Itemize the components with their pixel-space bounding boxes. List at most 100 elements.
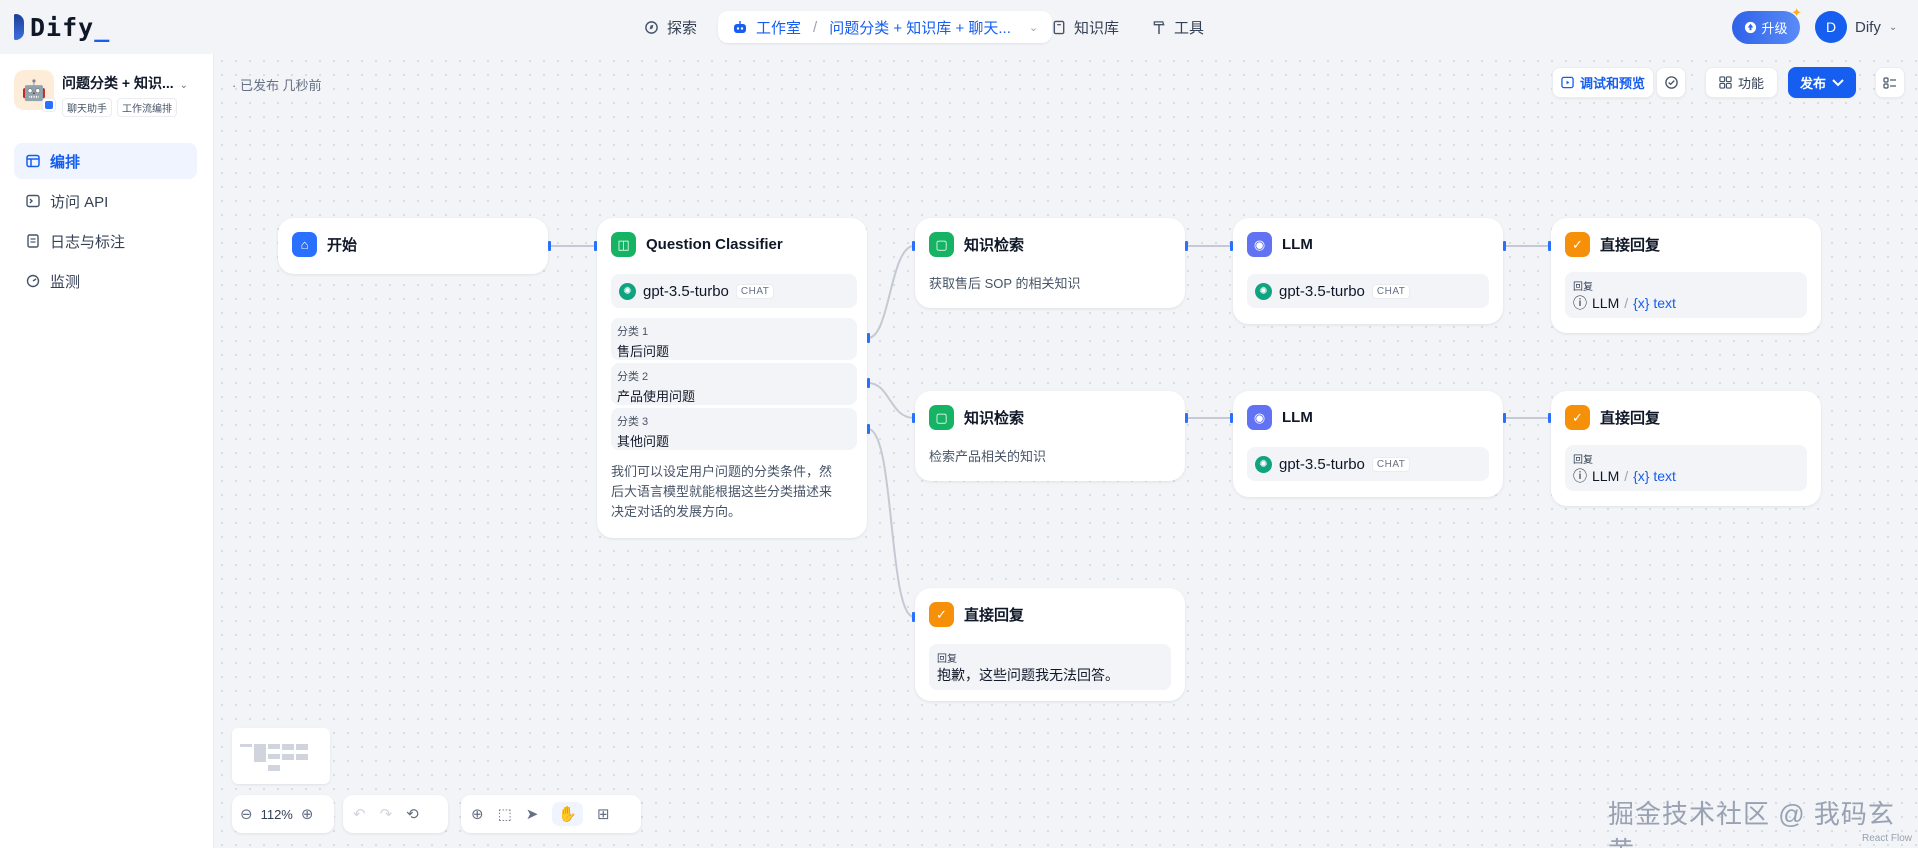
home-icon: ⌂	[292, 232, 317, 257]
model-mode-badge: CHAT	[1371, 283, 1411, 299]
llm2-input-handle[interactable]	[1230, 413, 1233, 423]
nav-studio-label: 工作室	[756, 19, 802, 37]
monitor-icon	[26, 274, 40, 288]
question-classifier-node[interactable]: ◫ Question Classifier ✺ gpt-3.5-turbo CHA…	[597, 218, 867, 538]
logo-mark-icon	[14, 14, 24, 40]
nav-explore[interactable]: 探索	[632, 11, 709, 43]
class1-output-handle[interactable]	[867, 333, 870, 343]
node-title: LLM	[1282, 236, 1313, 253]
answer-node[interactable]: ✓ 直接回复 回复 ⓘ LLM / {x} text	[1551, 391, 1821, 506]
class-item: 分类 3 其他问题	[611, 408, 857, 450]
organize-blocks-icon[interactable]: ⊞	[597, 805, 610, 823]
checklist-button[interactable]	[1656, 67, 1686, 98]
node-title: 开始	[327, 237, 358, 254]
node-title: LLM	[1282, 409, 1313, 426]
llm2-output-handle[interactable]	[1503, 413, 1506, 423]
node-title: 知识检索	[964, 237, 1025, 254]
publish-button[interactable]: 发布	[1788, 67, 1856, 98]
upgrade-button[interactable]: 升级 ✦	[1732, 5, 1802, 44]
ans3-input-handle[interactable]	[912, 612, 915, 622]
start-output-handle[interactable]	[548, 241, 551, 251]
llm-node[interactable]: ◉ LLM ✺ gpt-3.5-turbo CHAT	[1233, 391, 1503, 497]
variable-ref: {x} text	[1633, 468, 1676, 484]
minimap[interactable]	[232, 728, 330, 784]
features-button[interactable]: 功能	[1705, 67, 1778, 98]
dify-logo[interactable]: Dify_	[14, 12, 111, 42]
openai-icon: ✺	[1255, 455, 1272, 473]
sidebar-item-logs[interactable]: 日志与标注	[14, 223, 197, 259]
answer-node[interactable]: ✓ 直接回复 回复 抱歉，这些问题我无法回答。	[915, 588, 1185, 701]
history-icon[interactable]: ⟲	[406, 805, 419, 823]
llm-icon: ◉	[1247, 232, 1272, 257]
book-icon: ▢	[929, 232, 954, 257]
reply-icon: ✓	[929, 602, 954, 627]
chevron-down-icon[interactable]: ⌄	[180, 80, 188, 91]
class-item: 分类 1 售后问题	[611, 318, 857, 360]
reply-field: 回复 ⓘ LLM / {x} text	[1565, 272, 1807, 318]
sidebar-item-monitor[interactable]: 监测	[14, 263, 197, 299]
kr1-output-handle[interactable]	[1185, 241, 1188, 251]
answer-node[interactable]: ✓ 直接回复 回复 ⓘ LLM / {x} text	[1551, 218, 1821, 333]
chevron-down-icon: ⌄	[1888, 21, 1898, 33]
pointer-icon[interactable]: ➤	[526, 805, 539, 823]
kr2-input-handle[interactable]	[912, 413, 915, 423]
zoom-level[interactable]: 112%	[261, 807, 293, 822]
start-node[interactable]: ⌂ 开始	[278, 218, 548, 274]
user-menu[interactable]: D Dify ⌄	[1815, 11, 1897, 43]
nav-tools[interactable]: 工具	[1140, 11, 1216, 43]
brand-underscore: _	[94, 12, 111, 42]
app-breadcrumb[interactable]: 问题分类 + 知识库 + 聊天...	[829, 17, 1011, 38]
classifier-input-handle[interactable]	[594, 241, 597, 251]
brand-name: Dify	[30, 12, 95, 42]
node-description: 获取售后 SOP 的相关知识	[929, 276, 1081, 291]
llm-icon: ⓘ	[1573, 468, 1587, 484]
app-switcher[interactable]: 🤖 问题分类 + 知识... ⌄ 聊天助手 工作流编排	[14, 70, 200, 117]
ans2-input-handle[interactable]	[1548, 413, 1551, 423]
nav-knowledge[interactable]: 知识库	[1040, 11, 1131, 43]
sidebar-item-api[interactable]: 访问 API	[14, 183, 197, 219]
debug-preview-button[interactable]: 调试和预览	[1552, 67, 1654, 98]
react-flow-attribution[interactable]: React Flow	[1862, 833, 1912, 844]
checklist-icon	[1664, 76, 1678, 89]
ans1-input-handle[interactable]	[1548, 241, 1551, 251]
add-note-icon[interactable]: ⬚	[498, 805, 512, 823]
nav-studio[interactable]: 工作室 / 问题分类 + 知识库 + 聊天... ⌄	[718, 11, 1053, 43]
redo-icon[interactable]: ↷	[380, 805, 393, 823]
env-vars-button[interactable]	[1875, 67, 1905, 98]
sidebar-item-orchestrate[interactable]: 编排	[14, 143, 197, 179]
workflow-badge-icon	[42, 98, 56, 112]
document-icon	[27, 234, 39, 248]
history-controls: ↶ ↷ ⟲	[343, 795, 448, 833]
upgrade-label: 升级	[1761, 21, 1788, 36]
llm1-input-handle[interactable]	[1230, 241, 1233, 251]
class-item: 分类 2 产品使用问题	[611, 363, 857, 405]
app-icon: 🤖	[14, 70, 56, 112]
model-mode-badge: CHAT	[735, 283, 775, 299]
sidebar-item-label: 访问 API	[50, 193, 109, 211]
class3-output-handle[interactable]	[867, 424, 870, 434]
compass-icon	[645, 20, 658, 34]
sidebar-item-label: 编排	[50, 153, 81, 171]
publish-label: 发布	[1799, 76, 1826, 91]
node-title: 直接回复	[1600, 237, 1661, 254]
model-badge: ✺ gpt-3.5-turbo CHAT	[611, 274, 857, 308]
play-preview-icon	[1561, 76, 1574, 89]
kr2-output-handle[interactable]	[1185, 413, 1188, 423]
add-node-icon[interactable]: ⊕	[471, 805, 484, 823]
knowledge-retrieval-node[interactable]: ▢ 知识检索 检索产品相关的知识	[915, 391, 1185, 481]
openai-icon: ✺	[1255, 282, 1272, 300]
zoom-in-icon[interactable]: ⊕	[301, 805, 314, 823]
llm1-output-handle[interactable]	[1503, 241, 1506, 251]
knowledge-retrieval-node[interactable]: ▢ 知识检索 获取售后 SOP 的相关知识	[915, 218, 1185, 308]
llm-node[interactable]: ◉ LLM ✺ gpt-3.5-turbo CHAT	[1233, 218, 1503, 324]
hand-icon[interactable]: ✋	[552, 802, 584, 826]
kr1-input-handle[interactable]	[912, 241, 915, 251]
undo-icon[interactable]: ↶	[353, 805, 366, 823]
zoom-out-icon[interactable]: ⊖	[240, 805, 253, 823]
class2-output-handle[interactable]	[867, 378, 870, 388]
debug-preview-label: 调试和预览	[1579, 76, 1645, 91]
app-name: 问题分类 + 知识...	[62, 75, 174, 91]
sparkle-icon: ✦	[1791, 5, 1802, 20]
nav-knowledge-label: 知识库	[1074, 19, 1120, 37]
chevron-down-icon[interactable]: ⌄	[1029, 21, 1038, 34]
